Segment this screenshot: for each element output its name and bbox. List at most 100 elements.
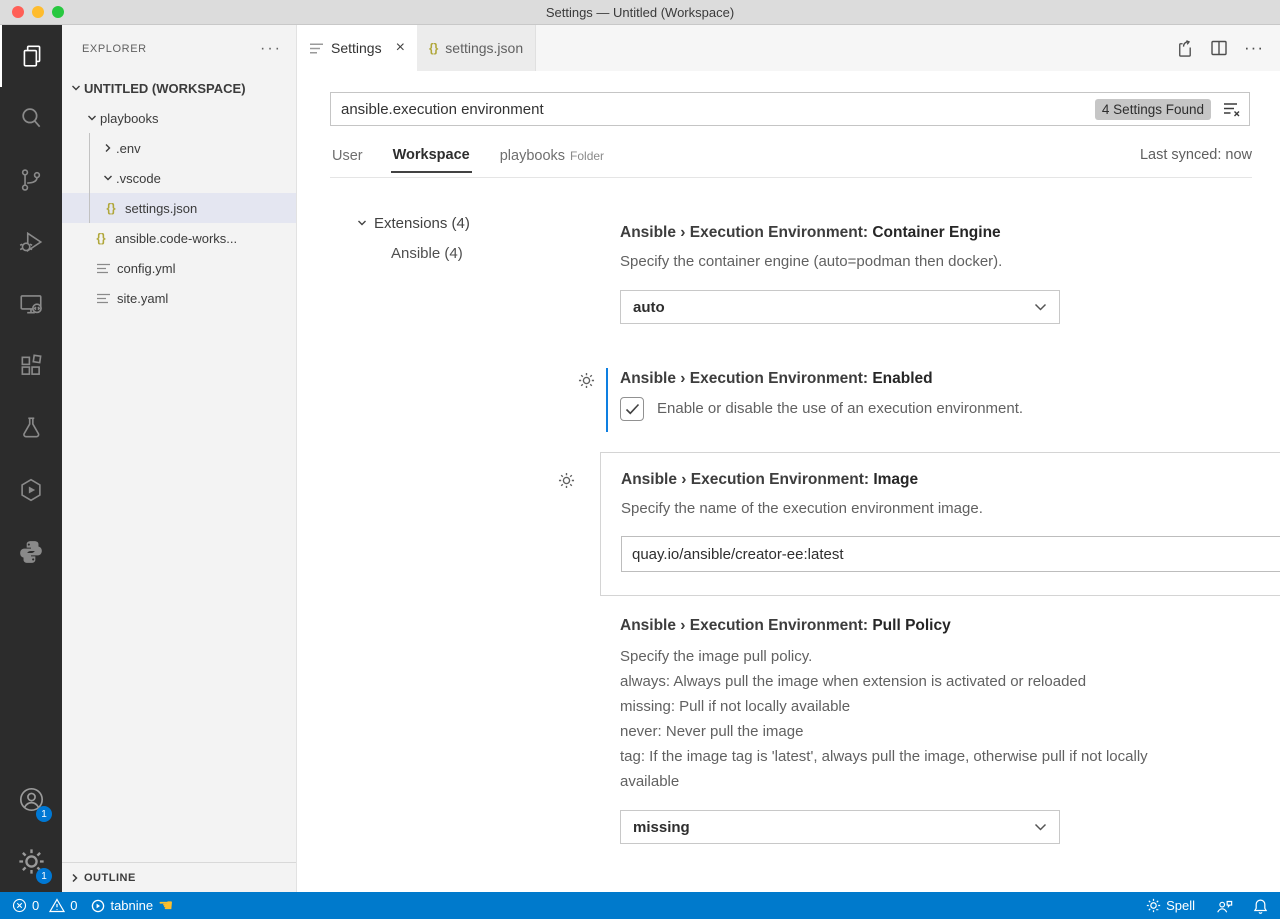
- tab-settings[interactable]: Settings ×: [297, 25, 417, 71]
- tab-settings-json[interactable]: {} settings.json: [416, 25, 537, 71]
- pull-policy-select[interactable]: missing: [620, 810, 1060, 844]
- tree-item-settings-json[interactable]: {} settings.json: [62, 193, 296, 223]
- setting-description: Specify the image pull policy. always: A…: [620, 644, 1205, 794]
- hexagon-play-icon[interactable]: [0, 459, 62, 521]
- search-icon[interactable]: [0, 87, 62, 149]
- settings-list: Ansible › Execution Environment: Contain…: [558, 178, 1280, 844]
- status-bar: 0 0 tabnine ☚ Spell: [0, 892, 1280, 919]
- setting-enabled: Ansible › Execution Environment: Enabled…: [578, 368, 1280, 432]
- chevron-right-icon: [100, 140, 116, 156]
- json-file-icon: {}: [106, 201, 116, 215]
- settings-toc: Extensions (4) Ansible (4): [297, 178, 585, 844]
- scope-tab-workspace[interactable]: Workspace: [390, 137, 472, 173]
- pointing-hand-icon: ☚: [158, 896, 174, 915]
- more-actions-icon[interactable]: ···: [1244, 38, 1264, 58]
- close-tab-icon[interactable]: ×: [396, 40, 405, 56]
- image-text-input[interactable]: [621, 536, 1280, 572]
- outline-section-header[interactable]: OUTLINE: [62, 862, 296, 892]
- tabnine-label: tabnine: [110, 898, 154, 913]
- description-line: always: Always pull the image when exten…: [620, 673, 1087, 690]
- setting-title: Ansible › Execution Environment: Contain…: [620, 224, 1280, 242]
- toc-ansible[interactable]: Ansible (4): [354, 238, 585, 268]
- source-control-icon[interactable]: [0, 149, 62, 211]
- tree-item-config-yml[interactable]: config.yml: [62, 253, 296, 283]
- setting-name: Enabled: [872, 370, 933, 387]
- select-value: auto: [633, 298, 665, 316]
- chevron-down-icon: [68, 80, 84, 96]
- settings-list-icon: [309, 42, 324, 55]
- scope-folder-label: playbooks: [499, 147, 566, 164]
- activity-bar: 1 1: [0, 25, 62, 892]
- python-icon[interactable]: [0, 521, 62, 583]
- tree-item-label: playbooks: [100, 110, 159, 126]
- explorer-icon[interactable]: [0, 25, 62, 87]
- setting-container-engine: Ansible › Execution Environment: Contain…: [620, 224, 1280, 324]
- explorer-more-actions-icon[interactable]: ···: [260, 40, 282, 58]
- yaml-file-icon: [94, 293, 112, 304]
- setting-name: Container Engine: [872, 224, 1001, 241]
- remote-explorer-icon[interactable]: [0, 273, 62, 335]
- json-file-icon: {}: [428, 41, 439, 55]
- setting-image: Ansible › Execution Environment: Image S…: [558, 452, 1280, 596]
- extensions-icon[interactable]: [0, 335, 62, 397]
- chevron-right-icon: [72, 873, 78, 882]
- setting-description: Enable or disable the use of an executio…: [657, 400, 1024, 417]
- split-editor-icon[interactable]: [1210, 39, 1228, 57]
- outline-label: OUTLINE: [84, 871, 136, 884]
- setting-gear-icon[interactable]: [558, 472, 575, 489]
- scope-tab-user[interactable]: User: [330, 138, 365, 172]
- tree-item-label: settings.json: [125, 200, 198, 216]
- sidebar-title: EXPLORER: [82, 43, 147, 55]
- tree-item-vscode[interactable]: .vscode: [62, 163, 296, 193]
- toc-label: Extensions (4): [374, 214, 470, 232]
- setting-category: Ansible › Execution Environment:: [621, 471, 874, 488]
- tree-item-env[interactable]: .env: [62, 133, 296, 163]
- account-icon[interactable]: 1: [0, 768, 62, 830]
- chevron-down-icon: [100, 170, 116, 186]
- clear-filters-icon[interactable]: [1221, 100, 1243, 119]
- tree-item-site-yaml[interactable]: site.yaml: [62, 283, 296, 313]
- chevron-down-icon: [84, 110, 100, 126]
- feedback-icon[interactable]: [1215, 898, 1233, 914]
- tree-item-ansible-code-workspace[interactable]: {} ansible.code-works...: [62, 223, 296, 253]
- warning-count: 0: [70, 898, 78, 913]
- problems-indicator[interactable]: 0 0: [12, 898, 77, 913]
- open-settings-json-icon[interactable]: [1175, 39, 1194, 58]
- setting-name: Pull Policy: [872, 617, 951, 634]
- testing-icon[interactable]: [0, 397, 62, 459]
- manage-badge: 1: [36, 868, 52, 884]
- setting-description: Specify the container engine (auto=podma…: [620, 253, 1003, 270]
- spell-label: Spell: [1166, 898, 1195, 913]
- setting-description: Specify the name of the execution enviro…: [621, 500, 983, 517]
- run-debug-icon[interactable]: [0, 211, 62, 273]
- manage-gear-icon[interactable]: 1: [0, 830, 62, 892]
- settings-search-box: 4 Settings Found: [330, 92, 1250, 126]
- chevron-down-icon: [354, 215, 370, 231]
- description-line: never: Never pull the image: [620, 723, 804, 740]
- account-badge: 1: [36, 806, 52, 822]
- scope-tabs: User Workspace playbooks Folder Last sync…: [330, 132, 1252, 178]
- container-engine-select[interactable]: auto: [620, 290, 1060, 324]
- toc-extensions[interactable]: Extensions (4): [354, 208, 585, 238]
- warning-icon: [49, 898, 66, 913]
- setting-name: Image: [873, 471, 919, 488]
- setting-pull-policy: Ansible › Execution Environment: Pull Po…: [620, 617, 1280, 844]
- file-tree: UNTITLED (WORKSPACE) playbooks .env .vsc…: [62, 73, 296, 313]
- tree-item-playbooks[interactable]: playbooks: [62, 103, 296, 133]
- scope-tab-folder[interactable]: playbooks Folder: [498, 138, 606, 172]
- spell-status-item[interactable]: Spell: [1146, 898, 1195, 913]
- explorer-sidebar: EXPLORER ··· UNTITLED (WORKSPACE) playbo…: [62, 25, 297, 892]
- settings-search-input[interactable]: [341, 100, 1095, 118]
- setting-gear-icon[interactable]: [578, 372, 595, 389]
- indent-guide: [89, 133, 90, 223]
- tabnine-status-item[interactable]: tabnine ☚: [91, 897, 173, 914]
- tree-item-label: .env: [116, 140, 141, 156]
- enabled-checkbox[interactable]: [620, 397, 644, 421]
- toc-label: Ansible (4): [391, 244, 463, 262]
- select-value: missing: [633, 818, 690, 836]
- editor-area: Settings × {} settings.json ··· 4 Settin…: [297, 25, 1280, 892]
- tree-item-workspace-root[interactable]: UNTITLED (WORKSPACE): [62, 73, 296, 103]
- tree-item-label: config.yml: [117, 260, 176, 276]
- notifications-bell-icon[interactable]: [1253, 898, 1268, 914]
- setting-title: Ansible › Execution Environment: Pull Po…: [620, 617, 1280, 635]
